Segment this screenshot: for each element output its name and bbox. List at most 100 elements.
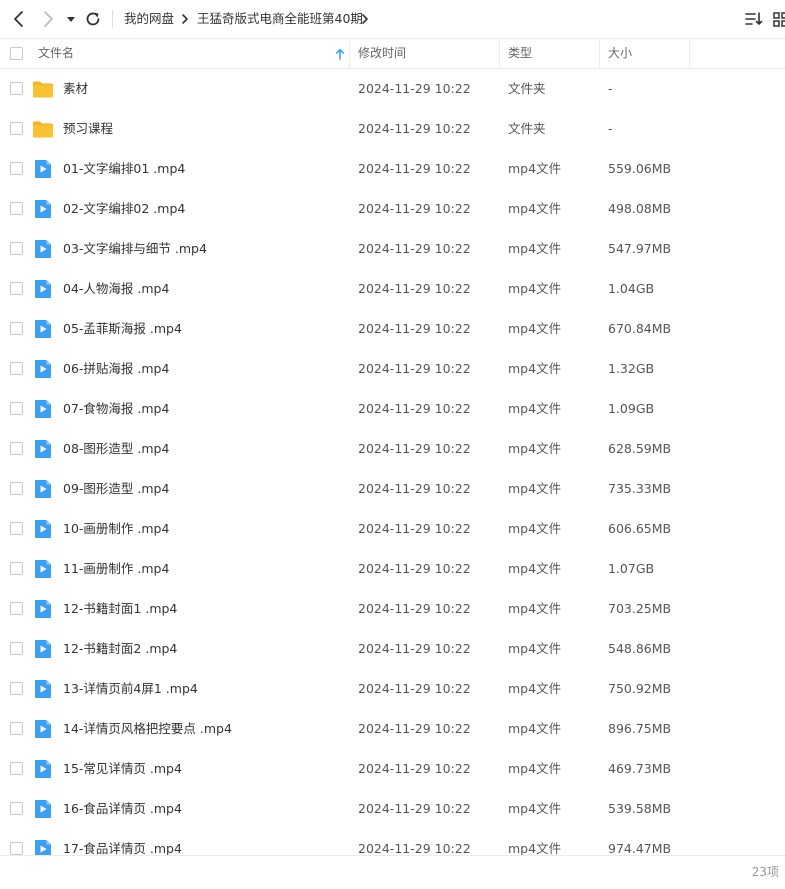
file-row[interactable]: 03-文字编排与细节 .mp4 2024-11-29 10:22 mp4文件 547.… (0, 229, 785, 269)
file-name[interactable]: 03-文字编排与细节 .mp4 (63, 229, 207, 269)
file-modified-time: 2024-11-29 10:22 (358, 681, 471, 696)
file-row[interactable]: 01-文字编排01 .mp4 2024-11-29 10:22 mp4文件 559.0… (0, 149, 785, 189)
row-checkbox[interactable] (10, 122, 23, 135)
status-bar: 23项 (0, 855, 785, 889)
file-name[interactable]: 15-常见详情页 .mp4 (63, 749, 182, 789)
file-name[interactable]: 17-食品详情页 .mp4 (63, 829, 182, 855)
row-checkbox[interactable] (10, 162, 23, 175)
file-row[interactable]: 12-书籍封面2 .mp4 2024-11-29 10:22 mp4文件 548.86… (0, 629, 785, 669)
file-row[interactable]: 预习课程 2024-11-29 10:22 文件夹 - (0, 109, 785, 149)
file-name[interactable]: 素材 (63, 69, 88, 109)
breadcrumb-expand-icon[interactable] (360, 12, 370, 26)
video-file-icon (32, 199, 54, 219)
sort-ascending-icon[interactable] (334, 47, 346, 61)
row-checkbox[interactable] (10, 562, 23, 575)
file-name[interactable]: 06-拼贴海报 .mp4 (63, 349, 169, 389)
file-type: mp4文件 (508, 201, 562, 216)
file-list: 素材 2024-11-29 10:22 文件夹 - 预习课程 2024-11-29 10:… (0, 69, 785, 855)
file-row[interactable]: 02-文字编排02 .mp4 2024-11-29 10:22 mp4文件 498.0… (0, 189, 785, 229)
file-row[interactable]: 06-拼贴海报 .mp4 2024-11-29 10:22 mp4文件 1.32GB (0, 349, 785, 389)
row-checkbox[interactable] (10, 82, 23, 95)
file-row[interactable]: 13-详情页前4屏1 .mp4 2024-11-29 10:22 mp4文件 750.… (0, 669, 785, 709)
row-checkbox[interactable] (10, 482, 23, 495)
file-row[interactable]: 素材 2024-11-29 10:22 文件夹 - (0, 69, 785, 109)
file-name[interactable]: 02-文字编排02 .mp4 (63, 189, 185, 229)
row-checkbox[interactable] (10, 322, 23, 335)
row-checkbox[interactable] (10, 642, 23, 655)
file-name[interactable]: 04-人物海报 .mp4 (63, 269, 169, 309)
row-checkbox[interactable] (10, 242, 23, 255)
row-checkbox[interactable] (10, 722, 23, 735)
row-checkbox[interactable] (10, 282, 23, 295)
file-row[interactable]: 04-人物海报 .mp4 2024-11-29 10:22 mp4文件 1.04GB (0, 269, 785, 309)
file-row[interactable]: 10-画册制作 .mp4 2024-11-29 10:22 mp4文件 606.65M… (0, 509, 785, 549)
row-checkbox[interactable] (10, 362, 23, 375)
breadcrumb-home[interactable]: 我的网盘 (124, 10, 174, 28)
video-file-icon (32, 239, 54, 259)
row-checkbox[interactable] (10, 802, 23, 815)
row-checkbox[interactable] (10, 402, 23, 415)
forward-button[interactable] (38, 9, 58, 29)
row-checkbox[interactable] (10, 442, 23, 455)
column-header-size[interactable]: 大小 (608, 39, 632, 68)
column-divider[interactable] (499, 39, 500, 68)
file-size: 606.65MB (608, 521, 672, 536)
select-all-checkbox[interactable] (10, 47, 23, 60)
file-name[interactable]: 12-书籍封面1 .mp4 (63, 589, 177, 629)
file-row[interactable]: 16-食品详情页 .mp4 2024-11-29 10:22 mp4文件 539.58… (0, 789, 785, 829)
column-header-type[interactable]: 类型 (508, 39, 532, 68)
breadcrumb-separator-icon (182, 14, 188, 24)
file-row[interactable]: 05-孟菲斯海报 .mp4 2024-11-29 10:22 mp4文件 670.84… (0, 309, 785, 349)
file-row[interactable]: 07-食物海报 .mp4 2024-11-29 10:22 mp4文件 1.09GB (0, 389, 785, 429)
column-divider[interactable] (599, 39, 600, 68)
file-name[interactable]: 07-食物海报 .mp4 (63, 389, 169, 429)
file-size: - (608, 81, 613, 96)
item-count: 23项 (751, 865, 779, 879)
folder-icon (32, 119, 54, 139)
row-checkbox[interactable] (10, 202, 23, 215)
history-dropdown-button[interactable] (64, 9, 78, 29)
grid-view-icon (773, 12, 785, 27)
file-row[interactable]: 08-图形造型 .mp4 2024-11-29 10:22 mp4文件 628.59M… (0, 429, 785, 469)
file-type: 文件夹 (508, 81, 546, 96)
row-checkbox[interactable] (10, 522, 23, 535)
column-header-name[interactable]: 文件名 (38, 39, 74, 68)
file-name[interactable]: 09-图形造型 .mp4 (63, 469, 169, 509)
file-name[interactable]: 12-书籍封面2 .mp4 (63, 629, 177, 669)
file-size: 539.58MB (608, 801, 672, 816)
file-name[interactable]: 11-画册制作 .mp4 (63, 549, 169, 589)
row-checkbox[interactable] (10, 602, 23, 615)
column-header-time[interactable]: 修改时间 (358, 39, 406, 68)
file-row[interactable]: 14-详情页风格把控要点 .mp4 2024-11-29 10:22 mp4文件 89… (0, 709, 785, 749)
file-name[interactable]: 13-详情页前4屏1 .mp4 (63, 669, 198, 709)
file-row[interactable]: 11-画册制作 .mp4 2024-11-29 10:22 mp4文件 1.07GB (0, 549, 785, 589)
folder-icon (32, 79, 54, 99)
view-mode-button[interactable] (772, 10, 785, 28)
file-name[interactable]: 08-图形造型 .mp4 (63, 429, 169, 469)
file-row[interactable]: 15-常见详情页 .mp4 2024-11-29 10:22 mp4文件 469.73… (0, 749, 785, 789)
file-row[interactable]: 09-图形造型 .mp4 2024-11-29 10:22 mp4文件 735.33M… (0, 469, 785, 509)
file-size: 559.06MB (608, 161, 672, 176)
file-modified-time: 2024-11-29 10:22 (358, 241, 471, 256)
row-checkbox[interactable] (10, 842, 23, 855)
file-type: mp4文件 (508, 441, 562, 456)
row-checkbox[interactable] (10, 762, 23, 775)
file-row[interactable]: 17-食品详情页 .mp4 2024-11-29 10:22 mp4文件 974.47… (0, 829, 785, 855)
file-row[interactable]: 12-书籍封面1 .mp4 2024-11-29 10:22 mp4文件 703.25… (0, 589, 785, 629)
file-name[interactable]: 16-食品详情页 .mp4 (63, 789, 182, 829)
file-name[interactable]: 预习课程 (63, 109, 113, 149)
file-name[interactable]: 05-孟菲斯海报 .mp4 (63, 309, 182, 349)
breadcrumb-current[interactable]: 王猛奇版式电商全能班第40期 (197, 10, 363, 28)
file-name[interactable]: 01-文字编排01 .mp4 (63, 149, 185, 189)
file-type: mp4文件 (508, 321, 562, 336)
file-modified-time: 2024-11-29 10:22 (358, 801, 471, 816)
row-checkbox[interactable] (10, 682, 23, 695)
file-name[interactable]: 10-画册制作 .mp4 (63, 509, 169, 549)
video-file-icon (32, 279, 54, 299)
refresh-button[interactable] (83, 9, 103, 29)
file-name[interactable]: 14-详情页风格把控要点 .mp4 (63, 709, 232, 749)
sort-button[interactable] (744, 10, 764, 28)
column-divider[interactable] (689, 39, 690, 68)
back-button[interactable] (9, 9, 29, 29)
column-divider[interactable] (349, 39, 350, 68)
